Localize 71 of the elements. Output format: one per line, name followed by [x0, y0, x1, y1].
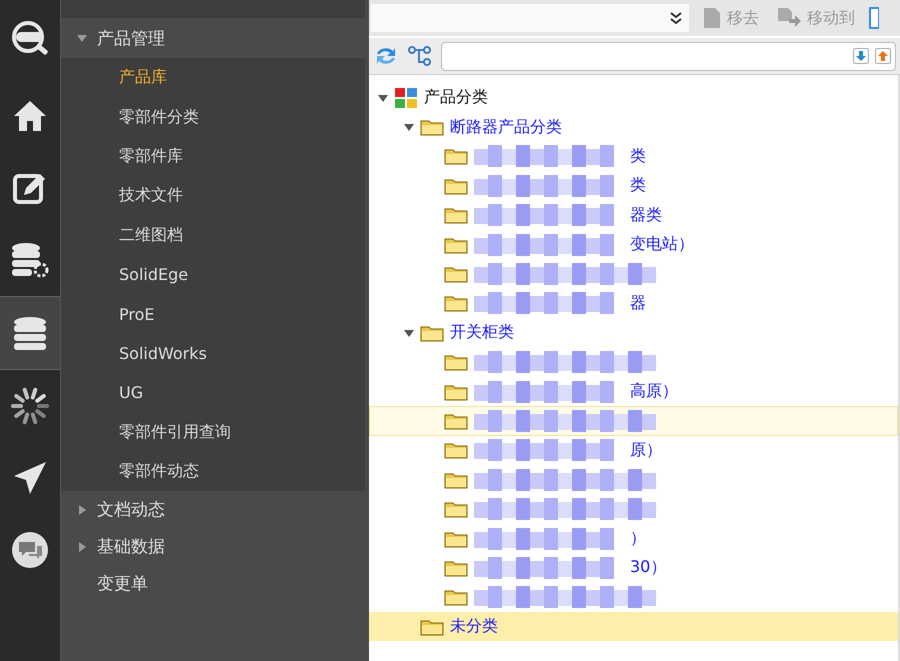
up-arrow-icon[interactable] [875, 48, 891, 64]
double-chevron-icon[interactable] [669, 11, 683, 25]
folder-icon [444, 558, 468, 577]
menu-item[interactable]: 技术文件 [61, 176, 365, 216]
home-icon[interactable] [12, 98, 48, 134]
folder-icon [444, 382, 468, 401]
folder-icon [444, 265, 468, 284]
folder-icon [444, 530, 468, 548]
tree-label: 开关柜类 [450, 322, 514, 344]
chat-icon[interactable] [10, 530, 50, 570]
folder-icon [444, 176, 468, 195]
sidebar-tab[interactable] [0, 296, 60, 370]
tree-label: 变电站） [630, 234, 694, 256]
menu-item[interactable]: SolidEge [61, 254, 365, 294]
folder-icon [420, 618, 444, 636]
tree-label: 器 [630, 292, 646, 314]
folder-icon [420, 324, 444, 342]
folder-icon [444, 206, 468, 224]
menu-group-label: 基础数据 [97, 536, 165, 558]
database-icon[interactable] [11, 315, 49, 351]
expand-arrow-icon[interactable] [404, 328, 414, 338]
tree-label: 类 [630, 146, 646, 167]
tree-label: 原） [630, 440, 662, 461]
folder-icon [444, 412, 468, 430]
folder-icon [444, 500, 468, 518]
menu-group-label: 文档动态 [97, 499, 165, 522]
tree-label: ） [630, 528, 646, 550]
search-field[interactable] [441, 42, 896, 70]
tree-structure-icon[interactable] [407, 45, 433, 67]
tree-label: 未分类 [450, 616, 498, 638]
folder-icon [420, 118, 444, 136]
menu-item[interactable]: SolidWorks [61, 334, 365, 374]
menu-item[interactable]: 零部件动态 [61, 452, 365, 492]
menu-item[interactable]: ProE [61, 294, 365, 334]
expand-arrow-icon[interactable] [77, 33, 87, 43]
menu-group-label: 产品管理 [97, 28, 165, 50]
tree-label: 30） [630, 557, 666, 578]
menu-group[interactable]: 产品管理 [61, 18, 365, 58]
folder-icon [444, 147, 468, 166]
menu-item[interactable]: 产品库 [61, 58, 365, 98]
category-grid-icon [394, 86, 418, 109]
folder-icon [444, 294, 468, 312]
folder-icon [444, 353, 468, 372]
folder-icon [444, 236, 468, 254]
folder-icon [444, 441, 468, 460]
menu-item[interactable]: 零部件分类 [61, 97, 365, 137]
document-arrow-icon [777, 7, 801, 29]
expand-arrow-icon[interactable] [77, 542, 87, 552]
menu-item[interactable]: 零部件库 [61, 136, 365, 176]
folder-icon [444, 470, 468, 489]
tree-row[interactable]: 未分类 [369, 612, 898, 642]
tree-label: 高原） [630, 381, 678, 402]
folder-icon [444, 588, 468, 606]
database-gear-icon[interactable] [10, 241, 50, 279]
expand-arrow-icon[interactable] [378, 92, 388, 103]
toolbar-icon[interactable] [869, 7, 879, 29]
tree-label: 类 [630, 175, 646, 196]
paper-plane-icon[interactable] [12, 460, 48, 496]
menu-item[interactable]: UG [61, 373, 365, 413]
tree-label: 断路器产品分类 [450, 116, 562, 138]
menu-group-label: 变更单 [97, 573, 148, 596]
down-arrow-icon[interactable] [853, 48, 869, 64]
dropdown-field[interactable] [371, 4, 689, 32]
menu-item[interactable]: 零部件引用查询 [61, 412, 365, 452]
loading-spinner-icon[interactable] [10, 386, 50, 426]
tree-label: 产品分类 [424, 87, 488, 108]
menu-item[interactable]: 二维图档 [61, 216, 365, 255]
tree-label: 器类 [630, 204, 662, 226]
document-icon [703, 7, 721, 29]
expand-arrow-icon[interactable] [77, 504, 87, 515]
expand-arrow-icon[interactable] [404, 122, 414, 132]
